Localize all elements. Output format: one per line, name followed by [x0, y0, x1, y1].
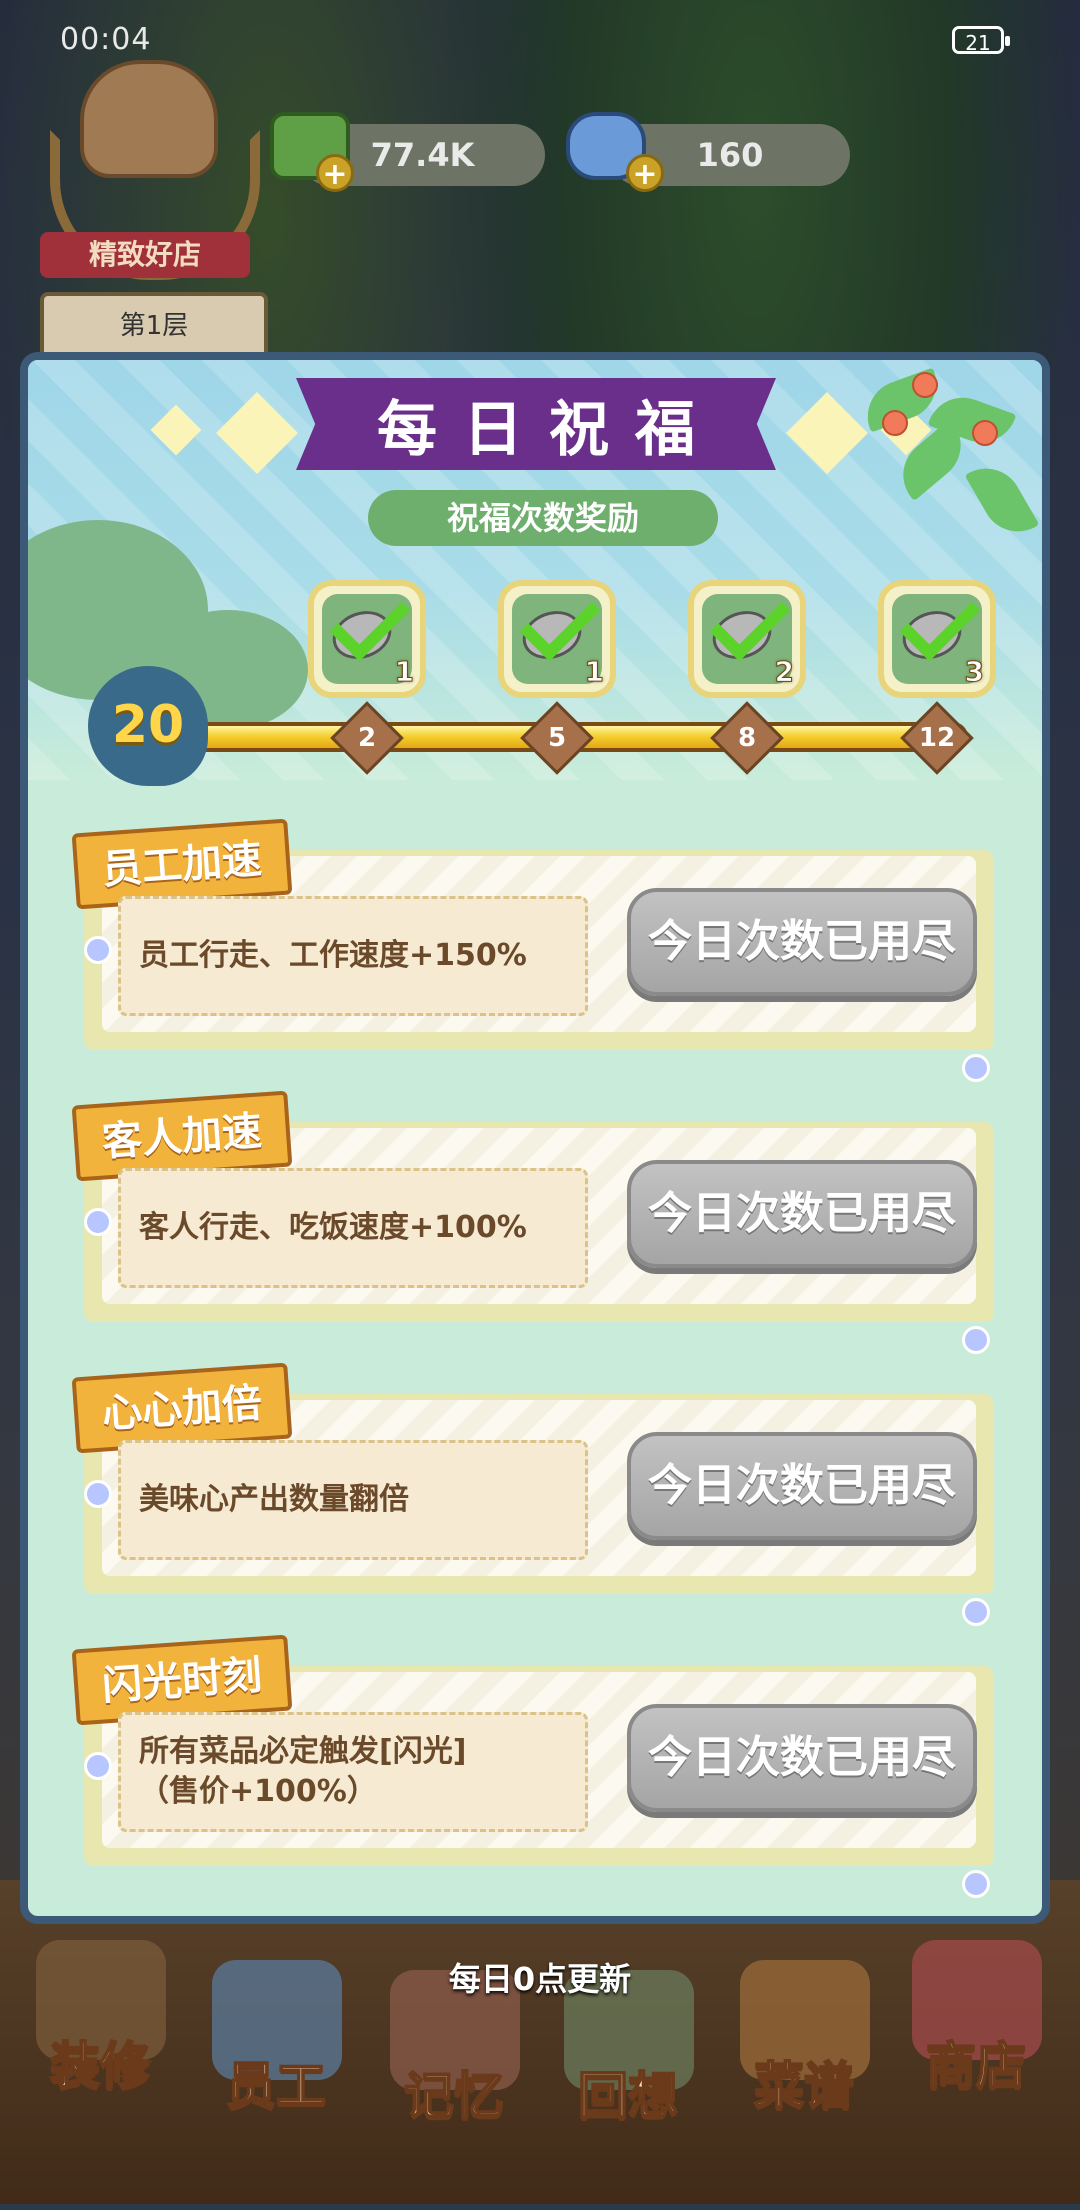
buff-card-flash-moment: 闪光时刻 所有菜品必定触发[闪光] （售价+100%） 今日次数已用尽 [71, 1634, 994, 1898]
leaf-branch-decoration [822, 360, 1042, 600]
buff-description: 美味心产出数量翻倍 [139, 1482, 409, 1517]
buff-card-heart-double: 心心加倍 美味心产出数量翻倍 今日次数已用尽 [71, 1362, 994, 1626]
modal-title: 每日祝福 [377, 394, 721, 465]
battery-icon: 21 [952, 26, 1010, 55]
milestone-reward-3[interactable]: 2 [688, 580, 806, 698]
berry-icon [912, 372, 938, 398]
reward-count: 1 [394, 655, 415, 689]
buff-activate-button[interactable]: 今日次数已用尽 [627, 1432, 977, 1540]
berry-icon [882, 410, 908, 436]
milestone-reward-2[interactable]: 1 [498, 580, 616, 698]
buff-description: 所有菜品必定触发[闪光] （售价+100%） [139, 1734, 467, 1809]
nav-memory[interactable]: 记忆 [374, 1970, 534, 2210]
reward-count: 2 [774, 655, 795, 689]
reward-count: 1 [584, 655, 605, 689]
buff-activate-button[interactable]: 今日次数已用尽 [627, 888, 977, 996]
berry-icon [972, 420, 998, 446]
shop-rank-badge[interactable]: 精致好店 [30, 60, 260, 280]
nav-recall[interactable]: 回想 [548, 1970, 708, 2210]
floor-tag[interactable]: 第1层 [40, 292, 268, 360]
cash-value: 77.4K [370, 136, 475, 174]
blessing-count: 20 [111, 695, 185, 755]
status-time: 00:04 [60, 22, 152, 57]
milestone-reward-1[interactable]: 1 [308, 580, 426, 698]
buff-card-guest-speed: 客人加速 客人行走、吃饭速度+100% 今日次数已用尽 [71, 1090, 994, 1354]
blessing-count-badge: 20 [88, 666, 208, 786]
shop-rank-label: 精致好店 [40, 232, 250, 278]
reward-count: 3 [964, 655, 985, 689]
daily-reset-note: 每日0点更新 [448, 1960, 632, 1998]
buff-activate-button[interactable]: 今日次数已用尽 [627, 1704, 977, 1812]
add-gem-button[interactable]: + [626, 154, 664, 192]
modal-subtitle: 祝福次数奖励 [368, 490, 718, 546]
buff-description: 客人行走、吃饭速度+100% [139, 1210, 527, 1245]
modal-title-banner: 每日祝福 [296, 378, 776, 470]
buff-card-staff-speed: 员工加速 员工行走、工作速度+150% 今日次数已用尽 [71, 818, 994, 1082]
add-cash-button[interactable]: + [316, 154, 354, 192]
buff-activate-button[interactable]: 今日次数已用尽 [627, 1160, 977, 1268]
daily-blessing-modal: 每日祝福 祝福次数奖励 1 1 2 3 2 5 8 12 20 员工加速 员工行… [20, 352, 1050, 1924]
gem-value: 160 [696, 136, 764, 174]
buff-description: 员工行走、工作速度+150% [139, 938, 527, 973]
